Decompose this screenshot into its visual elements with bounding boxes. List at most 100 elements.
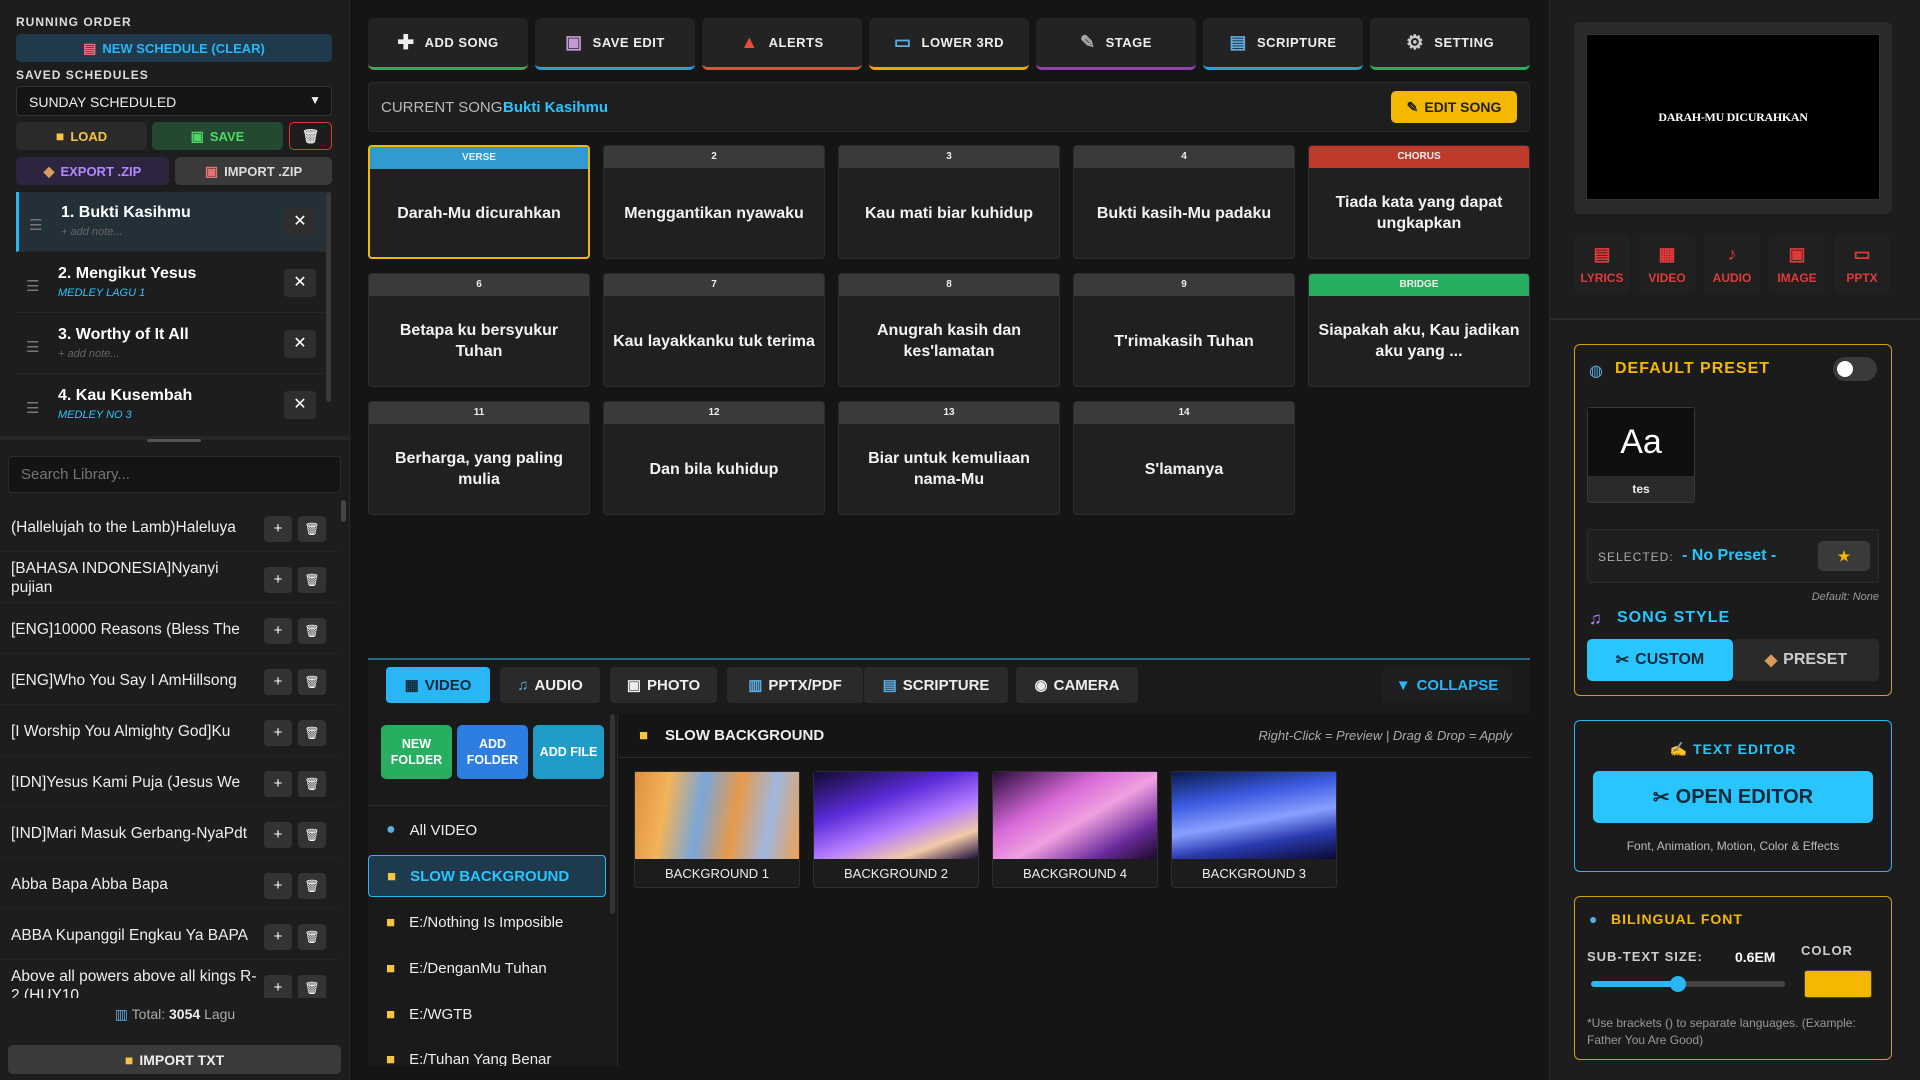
- video-thumbnail[interactable]: BACKGROUND 2: [813, 771, 979, 888]
- add-to-schedule-button[interactable]: +: [264, 873, 292, 899]
- slide-card[interactable]: 3 Kau mati biar kuhidup: [838, 145, 1060, 259]
- folder-all-video[interactable]: ● All VIDEO: [368, 809, 606, 851]
- open-editor-button[interactable]: ✂ OPEN EDITOR: [1593, 771, 1873, 823]
- video-thumbnail[interactable]: BACKGROUND 3: [1171, 771, 1337, 888]
- schedule-item-note[interactable]: MEDLEY NO 3: [58, 409, 132, 421]
- add-to-schedule-button[interactable]: +: [264, 720, 292, 746]
- schedule-select[interactable]: SUNDAY SCHEDULED ▼: [16, 86, 332, 116]
- video-button[interactable]: ▦ VIDEO: [1639, 234, 1695, 294]
- folder-item[interactable]: ■ E:/WGTB: [368, 993, 606, 1035]
- trash-icon[interactable]: 🗑: [298, 618, 326, 644]
- library-row[interactable]: [BAHASA INDONESIA]Nyanyi pujian + 🗑: [0, 553, 340, 603]
- custom-style-button[interactable]: ✂ CUSTOM: [1587, 639, 1733, 681]
- slide-card[interactable]: 4 Bukti kasih-Mu padaku: [1073, 145, 1295, 259]
- slider-knob[interactable]: [1670, 976, 1687, 992]
- add-to-schedule-button[interactable]: +: [264, 822, 292, 848]
- video-thumbnail[interactable]: BACKGROUND 1: [634, 771, 800, 888]
- slide-card[interactable]: 6 Betapa ku bersyukur Tuhan: [368, 273, 590, 387]
- folder-slow-background[interactable]: ■ SLOW BACKGROUND: [368, 855, 606, 897]
- remove-item-button[interactable]: ✕: [284, 269, 316, 297]
- delete-schedule-button[interactable]: 🗑: [289, 122, 332, 150]
- schedule-item-note[interactable]: + add note...: [61, 226, 122, 238]
- add-to-schedule-button[interactable]: +: [264, 618, 292, 644]
- remove-item-button[interactable]: ✕: [284, 330, 316, 358]
- trash-icon[interactable]: 🗑: [298, 873, 326, 899]
- library-row[interactable]: [ENG]10000 Reasons (Bless The + 🗑: [0, 604, 340, 654]
- stage-button[interactable]: ✎ STAGE: [1036, 18, 1196, 70]
- drag-handle-icon[interactable]: ☰: [29, 216, 42, 234]
- library-row[interactable]: [ENG]Who You Say I AmHillsong + 🗑: [0, 655, 340, 705]
- color-swatch[interactable]: [1804, 970, 1872, 998]
- trash-icon[interactable]: 🗑: [298, 975, 326, 998]
- star-button[interactable]: ★: [1818, 541, 1870, 571]
- slide-card[interactable]: 13 Biar untuk kemuliaan nama-Mu: [838, 401, 1060, 515]
- tab-camera[interactable]: ◉ CAMERA: [1016, 667, 1138, 703]
- add-to-schedule-button[interactable]: +: [264, 669, 292, 695]
- resize-handle[interactable]: [147, 439, 201, 442]
- folder-item[interactable]: ■ E:/Nothing Is Imposible: [368, 901, 606, 943]
- add-to-schedule-button[interactable]: +: [264, 771, 292, 797]
- import-txt-button[interactable]: ■ IMPORT TXT: [8, 1045, 341, 1074]
- library-row[interactable]: (Hallelujah to the Lamb)Haleluya + 🗑: [0, 502, 340, 552]
- add-song-button[interactable]: ✚ ADD SONG: [368, 18, 528, 70]
- remove-item-button[interactable]: ✕: [284, 391, 316, 419]
- edit-song-button[interactable]: ✎ EDIT SONG: [1391, 91, 1517, 123]
- lower-third-button[interactable]: ▭ LOWER 3RD: [869, 18, 1029, 70]
- library-row[interactable]: ABBA Kupanggil Engkau Ya BAPA + 🗑: [0, 910, 340, 960]
- export-zip-button[interactable]: ◆ EXPORT .ZIP: [16, 157, 169, 185]
- slide-card[interactable]: 14 S'lamanya: [1073, 401, 1295, 515]
- slide-card[interactable]: 12 Dan bila kuhidup: [603, 401, 825, 515]
- schedule-item[interactable]: ☰ 4. Kau Kusembah MEDLEY NO 3 ✕: [16, 375, 326, 426]
- slide-card[interactable]: CHORUS Tiada kata yang dapat ungkapkan: [1308, 145, 1530, 259]
- import-zip-button[interactable]: ▣ IMPORT .ZIP: [175, 157, 332, 185]
- slide-card[interactable]: BRIDGE Siapakah aku, Kau jadikan aku yang…: [1308, 273, 1530, 387]
- add-to-schedule-button[interactable]: +: [264, 924, 292, 950]
- tab-audio[interactable]: ♫ AUDIO: [500, 667, 600, 703]
- drag-handle-icon[interactable]: ☰: [26, 277, 39, 295]
- library-row[interactable]: Above all powers above all kings R-2 (HU…: [0, 961, 340, 998]
- drag-handle-icon[interactable]: ☰: [26, 399, 39, 417]
- library-row[interactable]: [I Worship You Almighty God]Ku + 🗑: [0, 706, 340, 756]
- add-folder-button[interactable]: ADD FOLDER: [457, 725, 528, 779]
- folder-scrollbar[interactable]: [610, 714, 615, 914]
- schedule-scrollbar[interactable]: [326, 192, 331, 402]
- slide-card[interactable]: 7 Kau layakkanku tuk terima: [603, 273, 825, 387]
- audio-button[interactable]: ♪ AUDIO: [1704, 234, 1760, 294]
- save-edit-button[interactable]: ▣ SAVE EDIT: [535, 18, 695, 70]
- trash-icon[interactable]: 🗑: [298, 822, 326, 848]
- slide-card[interactable]: 9 T'rimakasih Tuhan: [1073, 273, 1295, 387]
- add-to-schedule-button[interactable]: +: [264, 975, 292, 998]
- tab-photo[interactable]: ▣ PHOTO: [610, 667, 717, 703]
- library-row[interactable]: Abba Bapa Abba Bapa + 🗑: [0, 859, 340, 909]
- slide-card[interactable]: 2 Menggantikan nyawaku: [603, 145, 825, 259]
- image-button[interactable]: ▣ IMAGE: [1769, 234, 1825, 294]
- drag-handle-icon[interactable]: ☰: [26, 338, 39, 356]
- schedule-item[interactable]: ☰ 3. Worthy of It All + add note... ✕: [16, 314, 326, 374]
- tab-pptx-pdf[interactable]: ▥ PPTX/PDF: [727, 667, 863, 703]
- slide-card[interactable]: 11 Berharga, yang paling mulia: [368, 401, 590, 515]
- add-to-schedule-button[interactable]: +: [264, 567, 292, 593]
- search-library-input[interactable]: [8, 456, 341, 493]
- trash-icon[interactable]: 🗑: [298, 567, 326, 593]
- tab-video[interactable]: ▦ VIDEO: [386, 667, 490, 703]
- trash-icon[interactable]: 🗑: [298, 924, 326, 950]
- preset-card[interactable]: Aa tes: [1587, 407, 1695, 503]
- slide-card[interactable]: VERSE Darah-Mu dicurahkan: [368, 145, 590, 259]
- new-schedule-button[interactable]: ▤ NEW SCHEDULE (CLEAR): [16, 34, 332, 62]
- trash-icon[interactable]: 🗑: [298, 720, 326, 746]
- preset-toggle[interactable]: [1833, 357, 1877, 381]
- save-schedule-button[interactable]: ▣ SAVE: [152, 122, 283, 150]
- tab-scripture[interactable]: ▤ SCRIPTURE: [864, 667, 1008, 703]
- library-row[interactable]: [IDN]Yesus Kami Puja (Jesus We + 🗑: [0, 757, 340, 807]
- trash-icon[interactable]: 🗑: [298, 771, 326, 797]
- library-scrollbar[interactable]: [341, 500, 346, 522]
- pptx-button[interactable]: ▭ PPTX: [1834, 234, 1890, 294]
- lyrics-button[interactable]: ▤ LYRICS: [1574, 234, 1630, 294]
- new-folder-button[interactable]: NEW FOLDER: [381, 725, 452, 779]
- subtext-size-slider[interactable]: [1591, 976, 1785, 992]
- schedule-item-note[interactable]: + add note...: [58, 348, 119, 360]
- trash-icon[interactable]: 🗑: [298, 516, 326, 542]
- alerts-button[interactable]: ▲ ALERTS: [702, 18, 862, 70]
- video-thumbnail[interactable]: BACKGROUND 4: [992, 771, 1158, 888]
- setting-button[interactable]: ⚙ SETTING: [1370, 18, 1530, 70]
